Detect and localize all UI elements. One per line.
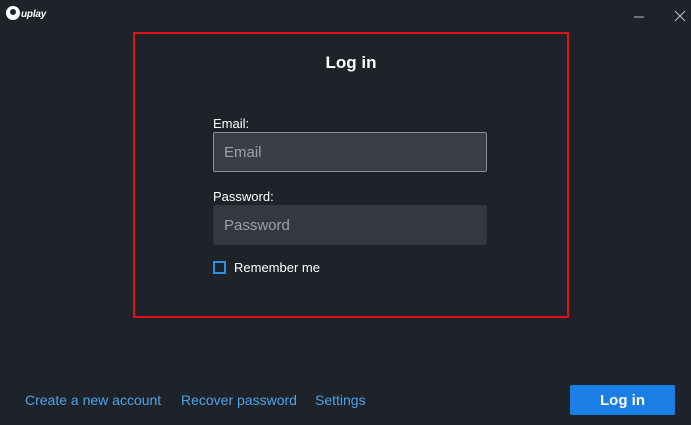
recover-password-link[interactable]: Recover password <box>181 392 297 408</box>
minimize-button[interactable] <box>630 6 650 26</box>
dialog-title: Log in <box>325 53 377 72</box>
checkbox-box[interactable] <box>213 261 226 274</box>
email-label: Email: <box>213 116 250 131</box>
password-field[interactable] <box>213 205 487 245</box>
close-icon <box>674 10 686 22</box>
login-dialog: Log in Email: Password: Remember me <box>133 32 569 318</box>
login-button[interactable]: Log in <box>570 385 675 415</box>
password-label: Password: <box>213 189 274 204</box>
uplay-logo: uplay <box>6 6 46 20</box>
settings-link[interactable]: Settings <box>315 392 366 408</box>
close-button[interactable] <box>671 6 691 26</box>
email-field[interactable] <box>213 132 487 172</box>
create-account-link[interactable]: Create a new account <box>25 392 161 408</box>
minimize-icon <box>634 16 644 18</box>
remember-me-checkbox[interactable]: Remember me <box>213 260 320 275</box>
title-bar: uplay <box>0 0 691 32</box>
remember-me-label: Remember me <box>234 260 320 275</box>
uplay-logo-icon <box>6 6 20 20</box>
uplay-logo-text: uplay <box>21 9 47 20</box>
